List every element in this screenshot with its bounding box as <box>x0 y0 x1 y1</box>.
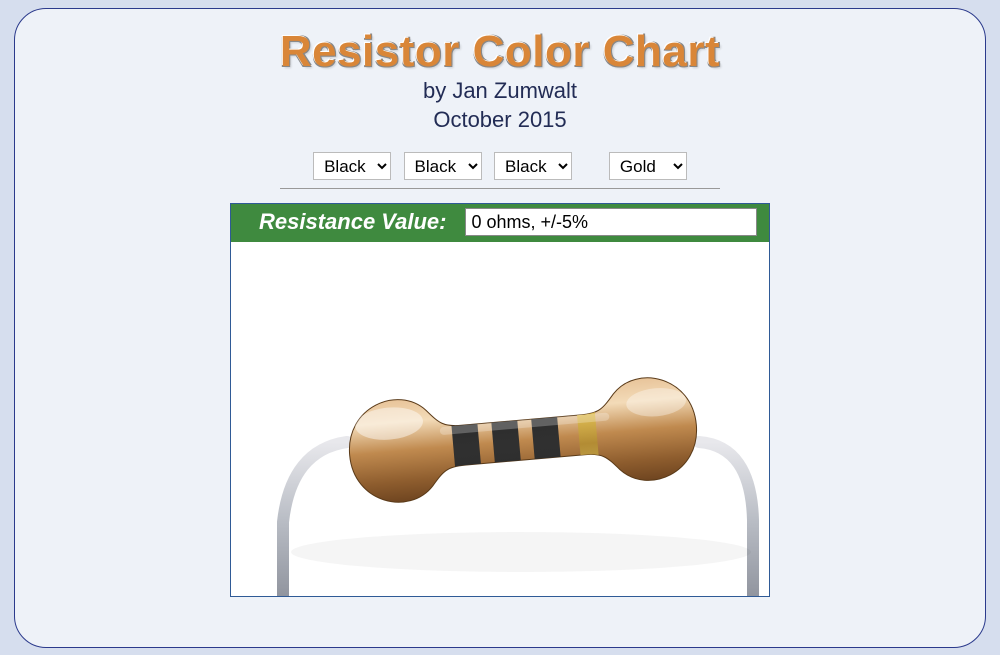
result-panel: Resistance Value: <box>230 203 770 597</box>
band4-select[interactable]: Gold <box>609 152 687 180</box>
band3-select[interactable]: Black <box>494 152 572 180</box>
result-header: Resistance Value: <box>231 204 769 242</box>
byline: by Jan Zumwalt <box>15 77 985 106</box>
wire-left <box>283 442 347 596</box>
body-shadow <box>291 532 751 572</box>
divider <box>280 188 720 189</box>
result-label: Resistance Value: <box>241 209 465 235</box>
date-line: October 2015 <box>15 106 985 135</box>
result-value[interactable] <box>465 208 758 236</box>
band2-select[interactable]: Black <box>404 152 482 180</box>
resistor-image <box>231 242 769 596</box>
page-title: Resistor Color Chart <box>15 27 985 77</box>
wire-right <box>699 442 753 596</box>
band1-select[interactable]: Black <box>313 152 391 180</box>
main-card: Resistor Color Chart by Jan Zumwalt Octo… <box>14 8 986 648</box>
band-selects: Black Black Black Gold <box>15 152 985 180</box>
